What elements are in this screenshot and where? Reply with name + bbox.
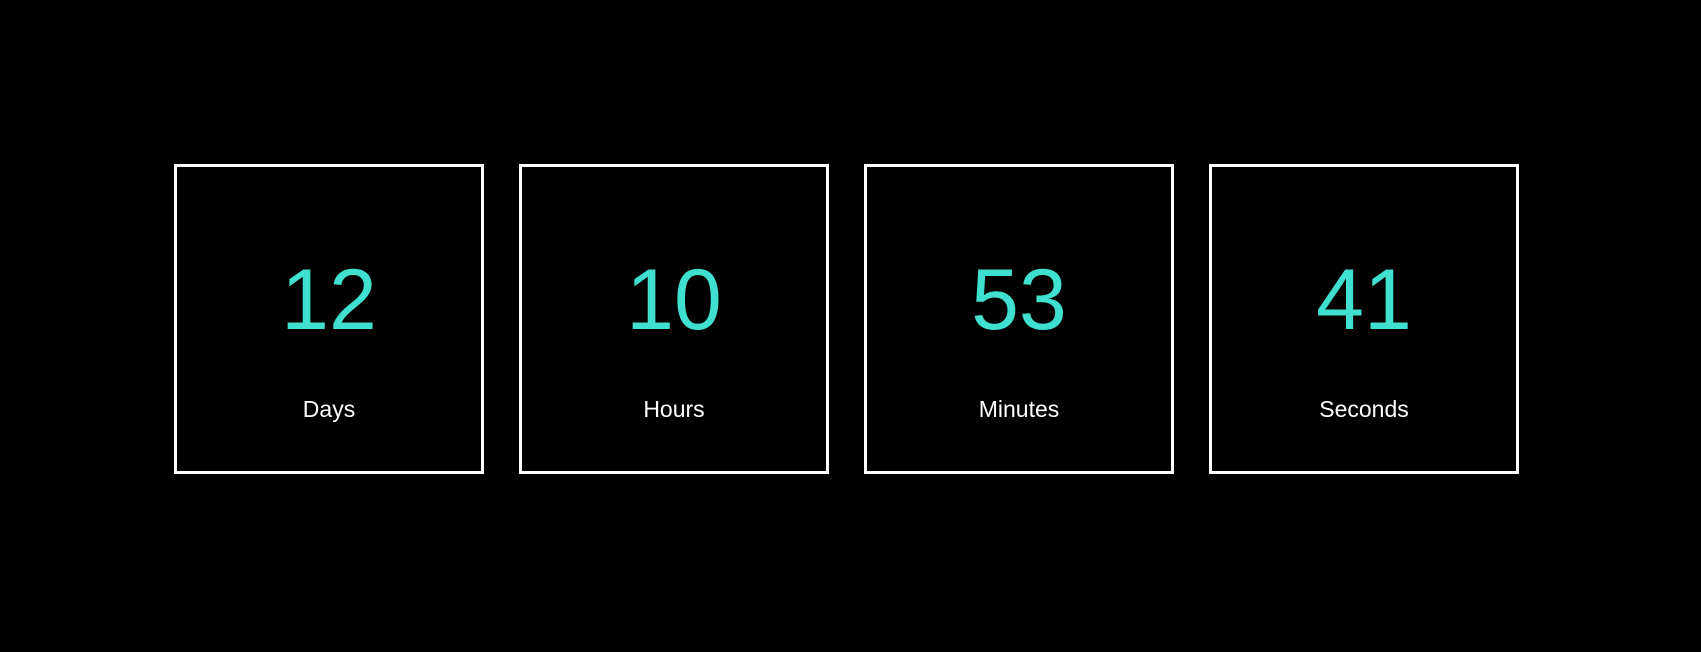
days-value: 12 <box>281 252 377 348</box>
minutes-label: Minutes <box>978 396 1060 422</box>
seconds-label: Seconds <box>1319 396 1409 422</box>
days-label: Days <box>302 396 356 422</box>
hours-value: 10 <box>626 252 722 348</box>
hours-label: Hours <box>643 396 705 422</box>
countdown-timer: 12 Days 10 Hours 53 Minutes 41 Seconds <box>174 164 1519 474</box>
seconds-tile: 41 Seconds <box>1209 164 1519 474</box>
minutes-value: 53 <box>971 252 1067 348</box>
hours-tile: 10 Hours <box>519 164 829 474</box>
minutes-tile: 53 Minutes <box>864 164 1174 474</box>
countdown-page: 12 Days 10 Hours 53 Minutes 41 Seconds <box>0 0 1701 652</box>
seconds-value: 41 <box>1316 252 1412 348</box>
days-tile: 12 Days <box>174 164 484 474</box>
